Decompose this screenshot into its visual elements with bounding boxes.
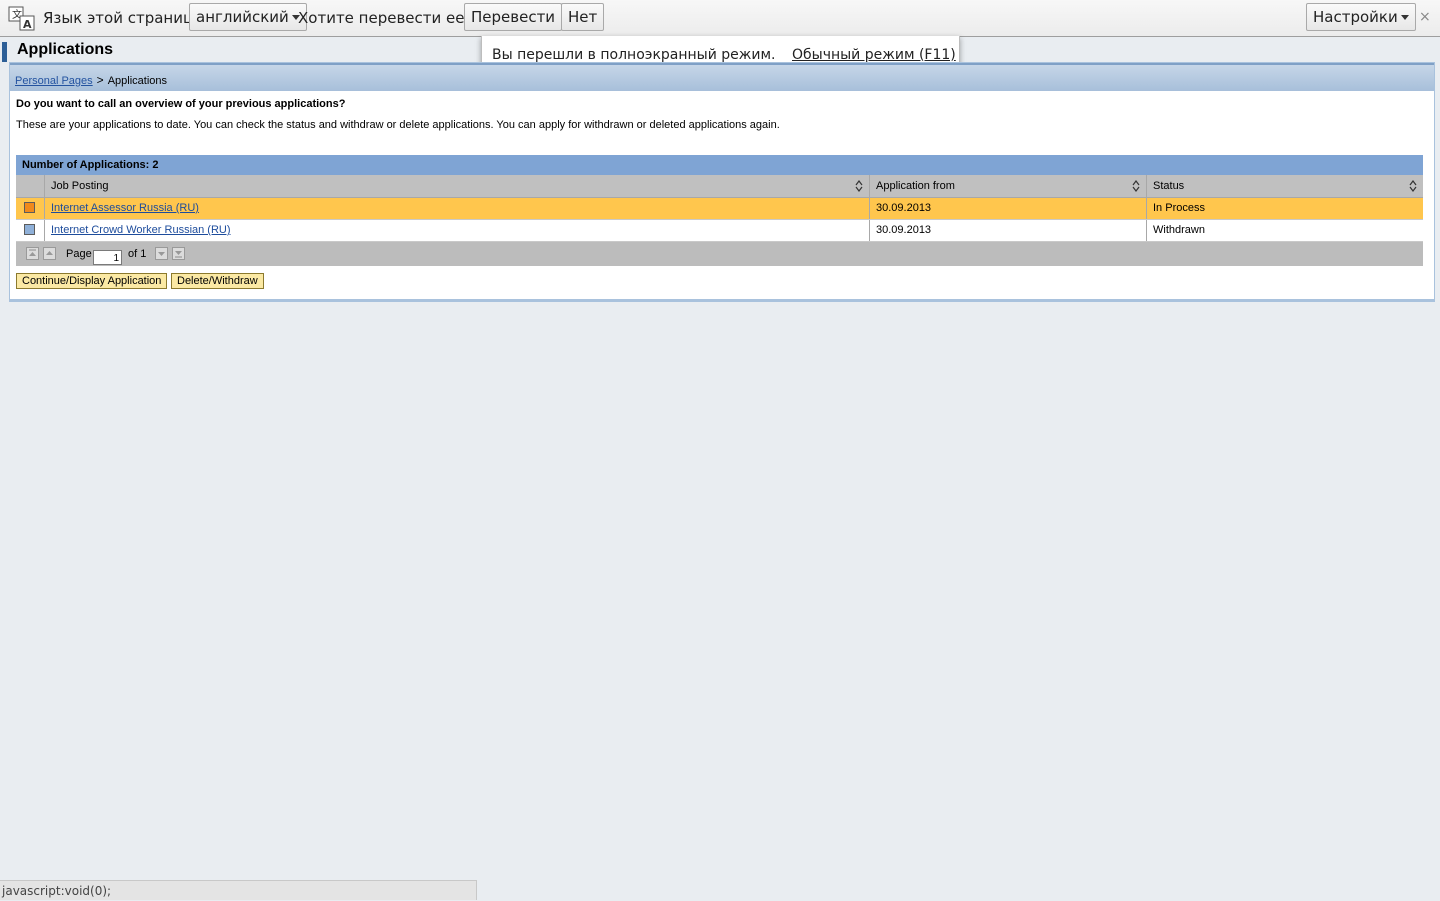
page-count-label: of 1	[128, 248, 147, 260]
row-unselected-marker[interactable]	[24, 224, 35, 235]
row-selected-marker[interactable]	[24, 202, 35, 213]
sort-icon[interactable]	[1132, 180, 1140, 192]
status-cell: In Process	[1146, 198, 1423, 219]
job-posting-link[interactable]: Internet Assessor Russia (RU)	[51, 202, 199, 214]
exit-fullscreen-link[interactable]: Обычный режим (F11)	[792, 47, 956, 63]
column-header-application-from[interactable]: Application from	[869, 175, 1146, 197]
row-selector[interactable]	[16, 198, 44, 219]
fullscreen-message: Вы перешли в полноэкранный режим.	[492, 47, 776, 63]
breadcrumb-bar: Personal Pages > Applications	[10, 63, 1434, 91]
job-posting-cell: Internet Crowd Worker Russian (RU)	[44, 220, 869, 241]
status-cell: Withdrawn	[1146, 220, 1423, 241]
column-header-label: Application from	[876, 180, 955, 192]
language-prompt-text: Язык этой страницы	[43, 9, 206, 27]
breadcrumb-personal-pages-link[interactable]: Personal Pages	[15, 75, 93, 87]
settings-button[interactable]: Настройки	[1306, 3, 1416, 31]
overview-description: These are your applications to date. You…	[16, 119, 780, 131]
last-page-button[interactable]	[172, 247, 185, 260]
page-title: Applications	[17, 41, 114, 58]
translate-question-text: Хотите перевести ее?	[298, 9, 473, 27]
job-posting-cell: Internet Assessor Russia (RU)	[44, 198, 869, 219]
select-all-column-header[interactable]	[16, 175, 44, 197]
table-pager: Page 1 of 1	[16, 242, 1423, 266]
close-icon[interactable]: ×	[1419, 9, 1431, 25]
continue-display-application-button[interactable]: Continue/Display Application	[16, 273, 168, 289]
sort-icon[interactable]	[855, 180, 863, 192]
breadcrumb-separator: >	[96, 73, 104, 87]
table-header-row: Job Posting Application from Status	[16, 175, 1423, 198]
no-translate-button[interactable]: Нет	[561, 3, 605, 31]
page-label: Page	[66, 248, 92, 260]
column-header-job-posting[interactable]: Job Posting	[44, 175, 869, 197]
column-header-label: Status	[1153, 180, 1185, 192]
delete-withdraw-button[interactable]: Delete/Withdraw	[171, 273, 264, 289]
settings-button-label: Настройки	[1313, 8, 1398, 26]
title-accent-bar	[2, 42, 7, 62]
applications-table: Number of Applications: 2 Job Posting Ap…	[16, 155, 1423, 266]
previous-page-icon	[46, 251, 53, 255]
first-page-icon	[29, 249, 36, 256]
translate-bar: 文 A Язык этой страницы английский Хотите…	[0, 0, 1440, 37]
column-header-status[interactable]: Status	[1146, 175, 1423, 197]
overview-question: Do you want to call an overview of your …	[16, 98, 346, 110]
table-row[interactable]: Internet Crowd Worker Russian (RU) 30.09…	[16, 220, 1423, 242]
translate-icon: 文 A	[8, 6, 35, 31]
table-row[interactable]: Internet Assessor Russia (RU) 30.09.2013…	[16, 198, 1423, 220]
svg-text:A: A	[23, 18, 32, 31]
language-select[interactable]: английский	[189, 3, 307, 31]
table-caption: Number of Applications: 2	[16, 155, 1423, 175]
chevron-down-icon	[1400, 15, 1409, 20]
application-date-cell: 30.09.2013	[869, 220, 1146, 241]
language-select-value: английский	[196, 8, 289, 26]
breadcrumb-current: Applications	[107, 75, 168, 87]
breadcrumb: Personal Pages > Applications	[15, 73, 167, 87]
next-page-icon	[158, 252, 165, 256]
last-page-icon	[175, 251, 182, 258]
previous-page-button[interactable]	[43, 247, 56, 260]
panel-content: Do you want to call an overview of your …	[10, 91, 1434, 299]
next-page-button[interactable]	[155, 247, 168, 260]
application-date-cell: 30.09.2013	[869, 198, 1146, 219]
page-number-input[interactable]: 1	[93, 250, 122, 265]
translate-button[interactable]: Перевести	[464, 3, 563, 31]
sort-icon[interactable]	[1409, 180, 1417, 192]
column-header-label: Job Posting	[51, 180, 109, 192]
first-page-button[interactable]	[26, 247, 39, 260]
job-posting-link[interactable]: Internet Crowd Worker Russian (RU)	[51, 224, 231, 236]
row-selector[interactable]	[16, 220, 44, 241]
browser-status-bar: javascript:void(0);	[0, 880, 477, 900]
applications-panel: Personal Pages > Applications Do you want …	[9, 62, 1435, 302]
